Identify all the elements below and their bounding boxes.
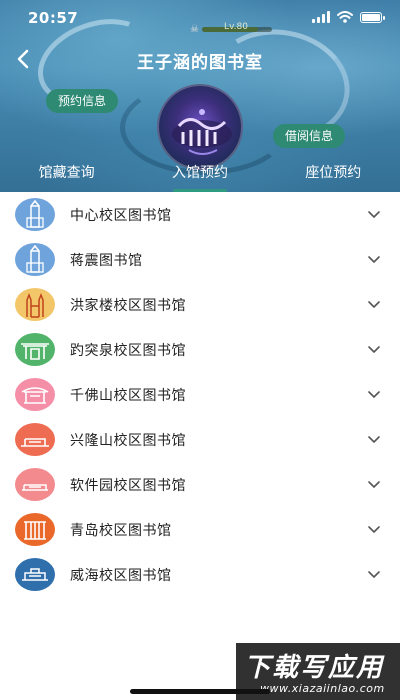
chevron-down-icon[interactable] (368, 479, 380, 489)
library-label: 洪家楼校区图书馆 (70, 298, 186, 314)
ship-building-icon (15, 558, 55, 591)
watermark-main-text: 下载写应用 (244, 653, 385, 683)
wifi-icon (337, 11, 353, 23)
battery-icon (360, 12, 385, 23)
watermark-url-text: www.xiazaiinlao.com (260, 682, 385, 695)
chevron-down-icon[interactable] (368, 389, 380, 399)
tab-bar: 馆藏查询 入馆预约 座位预约 (0, 157, 400, 192)
tab-entry-reservation[interactable]: 入馆预约 (133, 157, 266, 192)
library-label: 青岛校区图书馆 (70, 523, 172, 539)
library-item-hongjialou[interactable]: 洪家楼校区图书馆 (0, 282, 400, 327)
library-label: 千佛山校区图书馆 (70, 388, 186, 404)
chevron-down-icon[interactable] (368, 569, 380, 579)
level-indicator: ☠ Lv.80 (190, 22, 272, 35)
library-item-qingdao[interactable]: 青岛校区图书馆 (0, 507, 400, 552)
church-icon (15, 288, 55, 321)
library-item-software-park[interactable]: 软件园校区图书馆 (0, 462, 400, 507)
profile-header: 20:57 ☠ Lv.80 王子涵的图书室 预约信息 借阅信息 馆藏查询 入馆预… (0, 0, 400, 192)
library-item-central[interactable]: 中心校区图书馆 (0, 192, 400, 237)
library-label: 趵突泉校区图书馆 (70, 343, 186, 359)
skull-icon: ☠ (190, 24, 199, 35)
library-list: 中心校区图书馆 蒋震图书馆 洪家楼校区图书馆 趵突泉校区图书馆 千佛山校区图书馆… (0, 192, 400, 597)
library-label: 蒋震图书馆 (70, 253, 143, 269)
chevron-down-icon[interactable] (368, 299, 380, 309)
status-icons (312, 11, 385, 23)
tower-building-icon (15, 243, 55, 276)
app-screen: 20:57 ☠ Lv.80 王子涵的图书室 预约信息 借阅信息 馆藏查询 入馆预… (0, 0, 400, 700)
library-item-baotuquan[interactable]: 趵突泉校区图书馆 (0, 327, 400, 372)
library-label: 中心校区图书馆 (70, 208, 172, 224)
chevron-down-icon[interactable] (368, 524, 380, 534)
library-label: 兴隆山校区图书馆 (70, 433, 186, 449)
library-label: 软件园校区图书馆 (70, 478, 186, 494)
hall-icon (15, 423, 55, 456)
tab-collection-search[interactable]: 馆藏查询 (0, 157, 133, 192)
tower-building-icon (15, 198, 55, 231)
campus-building-icon (15, 468, 55, 501)
reservation-info-button[interactable]: 预约信息 (46, 89, 119, 113)
library-item-jiangzhen[interactable]: 蒋震图书馆 (0, 237, 400, 282)
borrow-info-button[interactable]: 借阅信息 (273, 124, 346, 148)
chevron-down-icon[interactable] (368, 434, 380, 444)
chevron-down-icon[interactable] (368, 209, 380, 219)
home-indicator[interactable] (130, 689, 270, 694)
cellular-signal-icon (312, 11, 330, 23)
colonnade-icon (15, 513, 55, 546)
pavilion-icon (15, 378, 55, 411)
library-item-weihai[interactable]: 威海校区图书馆 (0, 552, 400, 597)
status-time: 20:57 (28, 9, 79, 27)
library-item-xinglongshan[interactable]: 兴隆山校区图书馆 (0, 417, 400, 462)
page-title: 王子涵的图书室 (137, 53, 263, 73)
level-label: Lv.80 (223, 22, 248, 32)
library-label: 威海校区图书馆 (70, 568, 172, 584)
chevron-down-icon[interactable] (368, 344, 380, 354)
chevron-down-icon[interactable] (368, 254, 380, 264)
gate-icon (15, 333, 55, 366)
library-item-qianfoshan[interactable]: 千佛山校区图书馆 (0, 372, 400, 417)
tab-seat-reservation[interactable]: 座位预约 (267, 157, 400, 192)
